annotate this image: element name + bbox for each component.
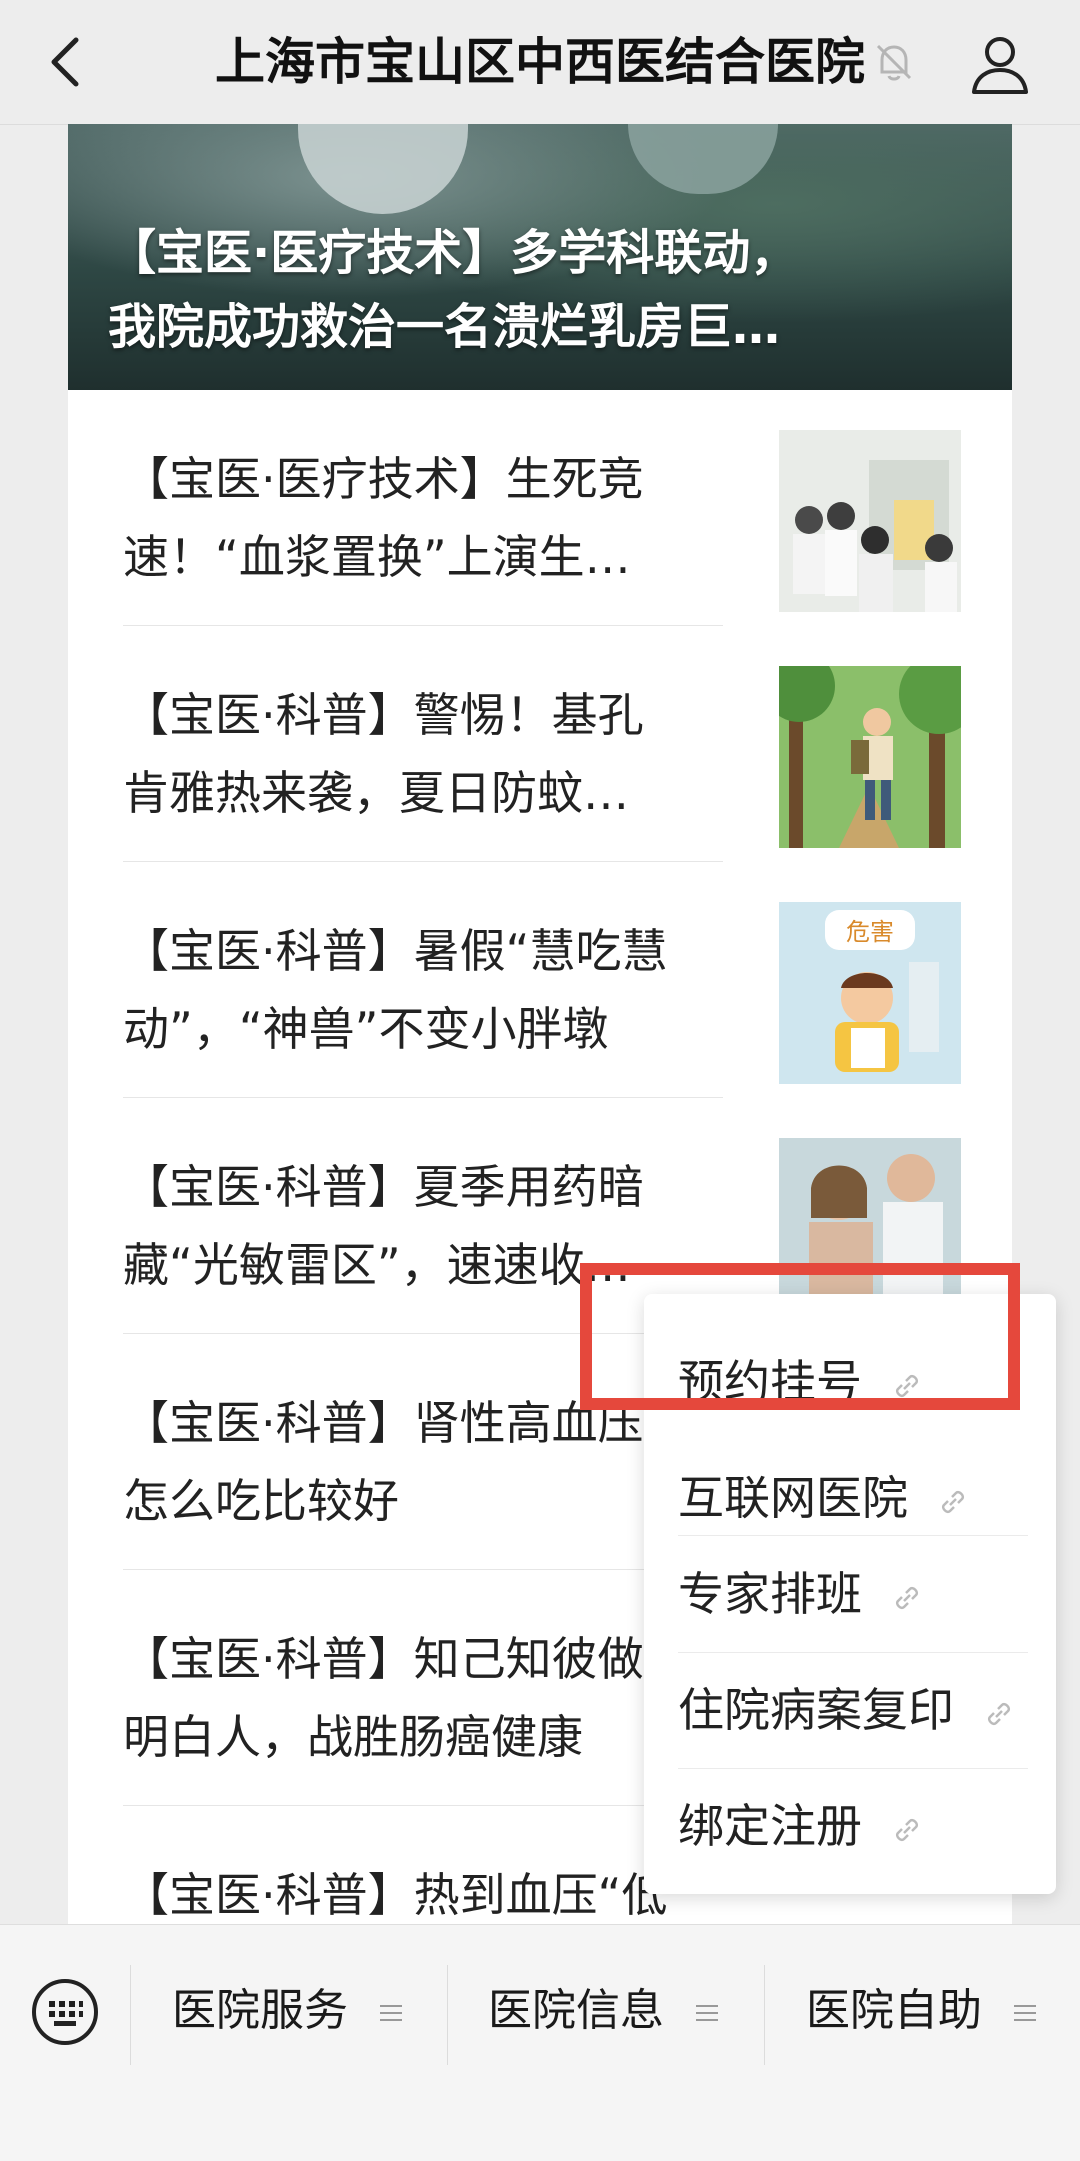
link-icon (895, 1818, 918, 1841)
menu-item-bind-register[interactable]: 绑定注册 (678, 1768, 1028, 1884)
article-item[interactable]: 【宝医·科普】警惕！基孔 肯雅热来袭，夏日防蚊… (123, 626, 963, 862)
article-title: 【宝医·科普】暑假“慧吃慧 动”，“神兽”不变小胖墩 (123, 924, 668, 1056)
thumbnail-danger-label: 危害 (846, 918, 894, 946)
menu-item-expert-schedule[interactable]: 专家排班 (678, 1536, 1028, 1652)
article-title: 【宝医·科普】知己知彼做 明白人，战胜肠癌健康 (123, 1632, 644, 1764)
article-title: 【宝医·医疗技术】生死竞 速！“血浆置换”上演生… (123, 452, 644, 584)
user-icon (972, 37, 1028, 94)
divider (130, 1965, 131, 2065)
keyboard-toggle-button[interactable] (30, 1977, 100, 2047)
link-icon (987, 1702, 1010, 1725)
menu-item-medical-record-copy[interactable]: 住院病案复印 (678, 1652, 1028, 1768)
back-button[interactable] (36, 30, 100, 94)
menu-lines-icon (1014, 2005, 1036, 2021)
menu-lines-icon (380, 2005, 402, 2021)
divider (764, 1965, 765, 2065)
tab-hospital-info[interactable]: 医院信息 (488, 1961, 718, 2061)
profile-button[interactable] (966, 30, 1034, 98)
muted-bell-icon (870, 38, 918, 86)
tab-hospital-services[interactable]: 医院服务 (172, 1961, 402, 2061)
article-thumbnail (779, 666, 961, 848)
article-title: 【宝医·科普】热到血压“低 (123, 1868, 668, 1922)
tab-hospital-self-service[interactable]: 医院自助 (806, 1961, 1036, 2061)
hero-article-title: 【宝医·医疗技术】多学科联动， 我院成功救治一名溃烂乳房巨… (108, 225, 799, 355)
link-icon (941, 1490, 964, 1513)
divider (447, 1965, 448, 2065)
article-item[interactable]: 【宝医·医疗技术】生死竞 速！“血浆置换”上演生… (123, 390, 963, 626)
link-icon (895, 1586, 918, 1609)
article-title: 【宝医·科普】警惕！基孔 肯雅热来袭，夏日防蚊… (123, 688, 644, 820)
hero-photo-surgeon-cap (298, 124, 468, 214)
menu-lines-icon (696, 2005, 718, 2021)
hero-photo-surgeon-cap (628, 124, 778, 194)
hero-article[interactable]: 【宝医·医疗技术】多学科联动， 我院成功救治一名溃烂乳房巨… (68, 124, 1012, 390)
chevron-left-icon (51, 37, 79, 87)
top-navigation-bar: 上海市宝山区中西医结合医院 (0, 0, 1080, 125)
article-item[interactable]: 【宝医·科普】暑假“慧吃慧 动”，“神兽”不变小胖墩 危害 (123, 862, 963, 1098)
page-title: 上海市宝山区中西医结合医院 (215, 33, 865, 91)
article-thumbnail (779, 430, 961, 612)
article-thumbnail: 危害 (779, 902, 961, 1084)
keyboard-icon (32, 1979, 98, 2045)
bottom-menu-bar: 医院服务 医院信息 医院自助 (0, 1924, 1080, 2161)
highlight-box (580, 1263, 1020, 1410)
